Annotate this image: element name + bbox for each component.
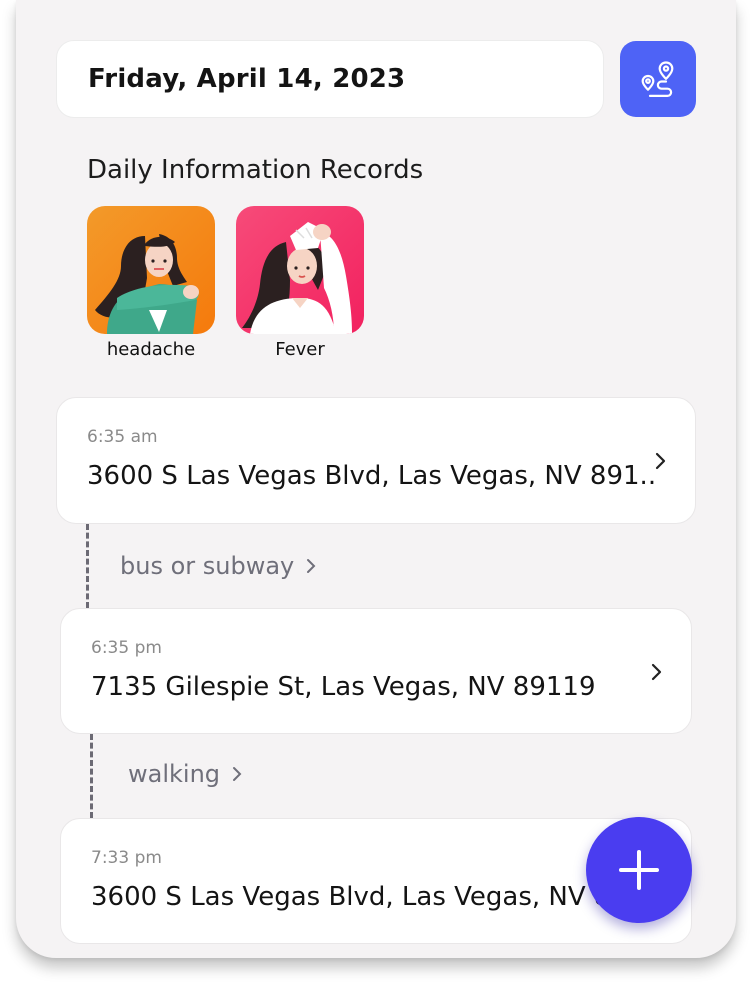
plus-icon [619, 850, 659, 890]
entry-time: 6:35 am [87, 427, 158, 447]
entry-time: 6:35 pm [91, 638, 162, 658]
route-map-icon [641, 61, 674, 97]
timeline-entry[interactable]: 6:35 pm 7135 Gilespie St, Las Vegas, NV … [60, 608, 692, 734]
symptom-label: Fever [275, 339, 325, 360]
timeline-entry[interactable]: 6:35 am 3600 S Las Vegas Blvd, Las Vegas… [56, 397, 696, 524]
fever-illustration [236, 206, 364, 334]
symptom-fever[interactable]: Fever [236, 206, 364, 360]
transit-bus-or-subway[interactable]: bus or subway [120, 552, 318, 580]
headache-illustration [87, 206, 215, 334]
chevron-right-icon [655, 452, 666, 470]
section-title: Daily Information Records [87, 155, 424, 185]
symptom-headache[interactable]: headache [87, 206, 215, 360]
transit-walking[interactable]: walking [128, 760, 244, 788]
phone-screen: Friday, April 14, 2023 Daily Information… [16, 0, 736, 958]
timeline-connector [90, 734, 93, 818]
chevron-right-icon [233, 767, 242, 781]
chevron-right-icon [307, 559, 316, 573]
route-map-button[interactable] [620, 41, 696, 117]
current-date: Friday, April 14, 2023 [88, 64, 406, 94]
transit-label: walking [128, 760, 221, 788]
entry-time: 7:33 pm [91, 848, 162, 868]
entry-address: 3600 S Las Vegas Blvd, Las Vegas, NV 891… [87, 461, 657, 491]
transit-label: bus or subway [120, 552, 295, 580]
add-record-button[interactable] [586, 817, 692, 923]
chevron-right-icon [651, 663, 662, 681]
entry-address: 7135 Gilespie St, Las Vegas, NV 89119 [91, 672, 596, 702]
timeline-connector [86, 524, 89, 608]
date-selector[interactable]: Friday, April 14, 2023 [56, 40, 604, 118]
symptom-label: headache [106, 339, 196, 360]
